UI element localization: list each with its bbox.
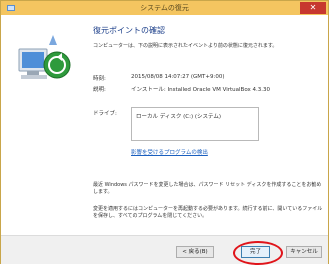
scan-affected-programs-link[interactable]: 影響を受けるプログラムの検出 [131, 148, 208, 156]
system-restore-window: システムの復元 ✕ 復元ポイントの確認 コンピューターは、下の説明に表示されたイ… [0, 0, 329, 265]
cancel-button[interactable]: キャンセル [286, 246, 322, 258]
title-bar[interactable]: システムの復元 ✕ [1, 1, 328, 15]
intro-text: コンピューターは、下の説明に表示されたイベントより前の状態に復元されます。 [93, 43, 278, 49]
drive-list[interactable]: ローカル ディスク (C:) (システム) [131, 107, 259, 141]
drive-label: ドライブ: [93, 111, 117, 117]
description-label: 説明: [93, 87, 106, 93]
time-value: 2015/08/08 14:07:27 (GMT+9:00) [131, 74, 225, 80]
computer-restore-illustration [18, 35, 71, 79]
red-circle-annotation [233, 241, 283, 265]
page-heading: 復元ポイントの確認 [93, 26, 165, 35]
password-note: 最近 Windows パスワードを変更した場合は、パスワード リセット ディスク… [93, 182, 322, 195]
restart-note: 変更を適用するにはコンピューターを再起動する必要があります。続行する前に、開いて… [93, 206, 323, 219]
time-label: 時刻: [93, 76, 106, 82]
description-value: インストール: Installed Oracle VM VirtualBox 4… [131, 87, 271, 93]
drive-item[interactable]: ローカル ディスク (C:) (システム) [136, 112, 221, 120]
window-title: システムの復元 [140, 4, 189, 12]
back-button[interactable]: < 戻る(B) [176, 246, 214, 258]
close-button[interactable]: ✕ [300, 2, 326, 14]
